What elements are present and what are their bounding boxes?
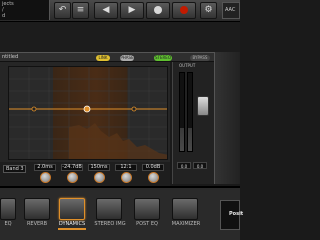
transport-bar: jects / d ↶ ≡ ◀ ▶ ⚙ AAC <box>0 0 240 22</box>
attack-value: 2.0ms <box>34 164 56 171</box>
stop-button[interactable] <box>146 2 170 19</box>
output-label: OUTPUT <box>179 63 196 68</box>
module-maximizer-tile[interactable] <box>172 198 198 220</box>
gain-knob[interactable] <box>147 172 159 183</box>
ratio-value: 12:1 <box>115 164 137 171</box>
position-label: Posit <box>229 211 244 217</box>
play-icon: ▶ <box>128 5 136 15</box>
stereo-toggle[interactable]: STEREO <box>154 55 172 61</box>
module-reverb-tile[interactable] <box>24 198 50 220</box>
output-fader[interactable] <box>197 96 209 116</box>
output-left-value: 0.0 <box>177 162 191 169</box>
release-value: 150ms <box>88 164 110 171</box>
ratio-control[interactable]: 12:1 <box>113 164 139 186</box>
list-button[interactable]: ≡ <box>72 2 89 19</box>
gain-control[interactable]: 0.0dB <box>140 164 166 186</box>
release-control[interactable]: 150ms <box>86 164 112 186</box>
record-button[interactable] <box>172 2 196 19</box>
release-knob[interactable] <box>93 172 105 183</box>
module-dynamics-label: DYNAMICS <box>58 221 86 227</box>
module-dynamics-tile[interactable] <box>59 198 85 220</box>
settings-button[interactable]: ⚙ <box>200 2 217 19</box>
threshold-control[interactable]: -24.7dB <box>59 164 85 186</box>
eq-graph[interactable] <box>8 66 168 160</box>
threshold-value: -24.7dB <box>61 164 83 171</box>
eq-graph-panel <box>0 62 170 162</box>
side-panel <box>214 52 240 184</box>
module-stereo-label: STEREO IMG <box>94 221 126 227</box>
threshold-knob[interactable] <box>66 172 78 183</box>
output-panel: OUTPUT 0.0 0.0 <box>172 62 214 184</box>
module-posteq-label: POST EQ <box>136 221 158 227</box>
project-info[interactable]: jects / d <box>0 0 50 20</box>
track-area <box>0 22 240 52</box>
eq-node-2-selected[interactable] <box>83 105 91 113</box>
stop-icon <box>154 6 162 14</box>
ratio-knob[interactable] <box>120 172 132 183</box>
gain-value: 0.0dB <box>142 164 164 171</box>
link-toggle[interactable]: LINK <box>96 55 110 61</box>
module-stereo-tile[interactable] <box>96 198 122 220</box>
selected-indicator <box>58 228 86 230</box>
eq-curve-svg <box>9 67 167 159</box>
rewind-icon: ◀ <box>102 5 110 15</box>
module-eq-label: EQ <box>4 221 12 227</box>
project-line-3: d <box>2 13 6 19</box>
band-select[interactable]: Band 3 <box>3 165 26 173</box>
eq-node-1[interactable] <box>31 106 37 112</box>
module-maximizer-label: MAXIMIZER <box>171 221 201 227</box>
phase-toggle[interactable]: PHASE <box>120 55 134 61</box>
play-button[interactable]: ▶ <box>120 2 144 19</box>
position-tile[interactable]: Posit <box>220 200 244 230</box>
format-display[interactable]: AAC <box>222 2 240 19</box>
rewind-button[interactable]: ◀ <box>94 2 118 19</box>
bypass-toggle[interactable]: BYPASS <box>190 55 210 61</box>
module-eq-tile[interactable] <box>0 198 16 220</box>
record-icon <box>180 6 188 14</box>
module-reverb-label: REVERB <box>26 221 48 227</box>
plugin-title-bar: ntitled LINK PHASE STEREO BYPASS <box>0 52 214 62</box>
meter-right <box>187 72 193 152</box>
output-right-value: 0.0 <box>193 162 207 169</box>
attack-knob[interactable] <box>39 172 51 183</box>
module-strip: EQ REVERB DYNAMICS STEREO IMG POST EQ MA… <box>0 188 244 240</box>
dynamics-controls: Band 3 2.0ms -24.7dB 150ms 12:1 0.0dB <box>0 162 170 186</box>
attack-control[interactable]: 2.0ms <box>32 164 58 186</box>
eq-node-3[interactable] <box>131 106 137 112</box>
spectrum-fill <box>69 123 167 159</box>
plugin-title: ntitled <box>2 54 19 60</box>
meter-left <box>179 72 185 152</box>
undo-button[interactable]: ↶ <box>54 2 71 19</box>
module-posteq-tile[interactable] <box>134 198 160 220</box>
